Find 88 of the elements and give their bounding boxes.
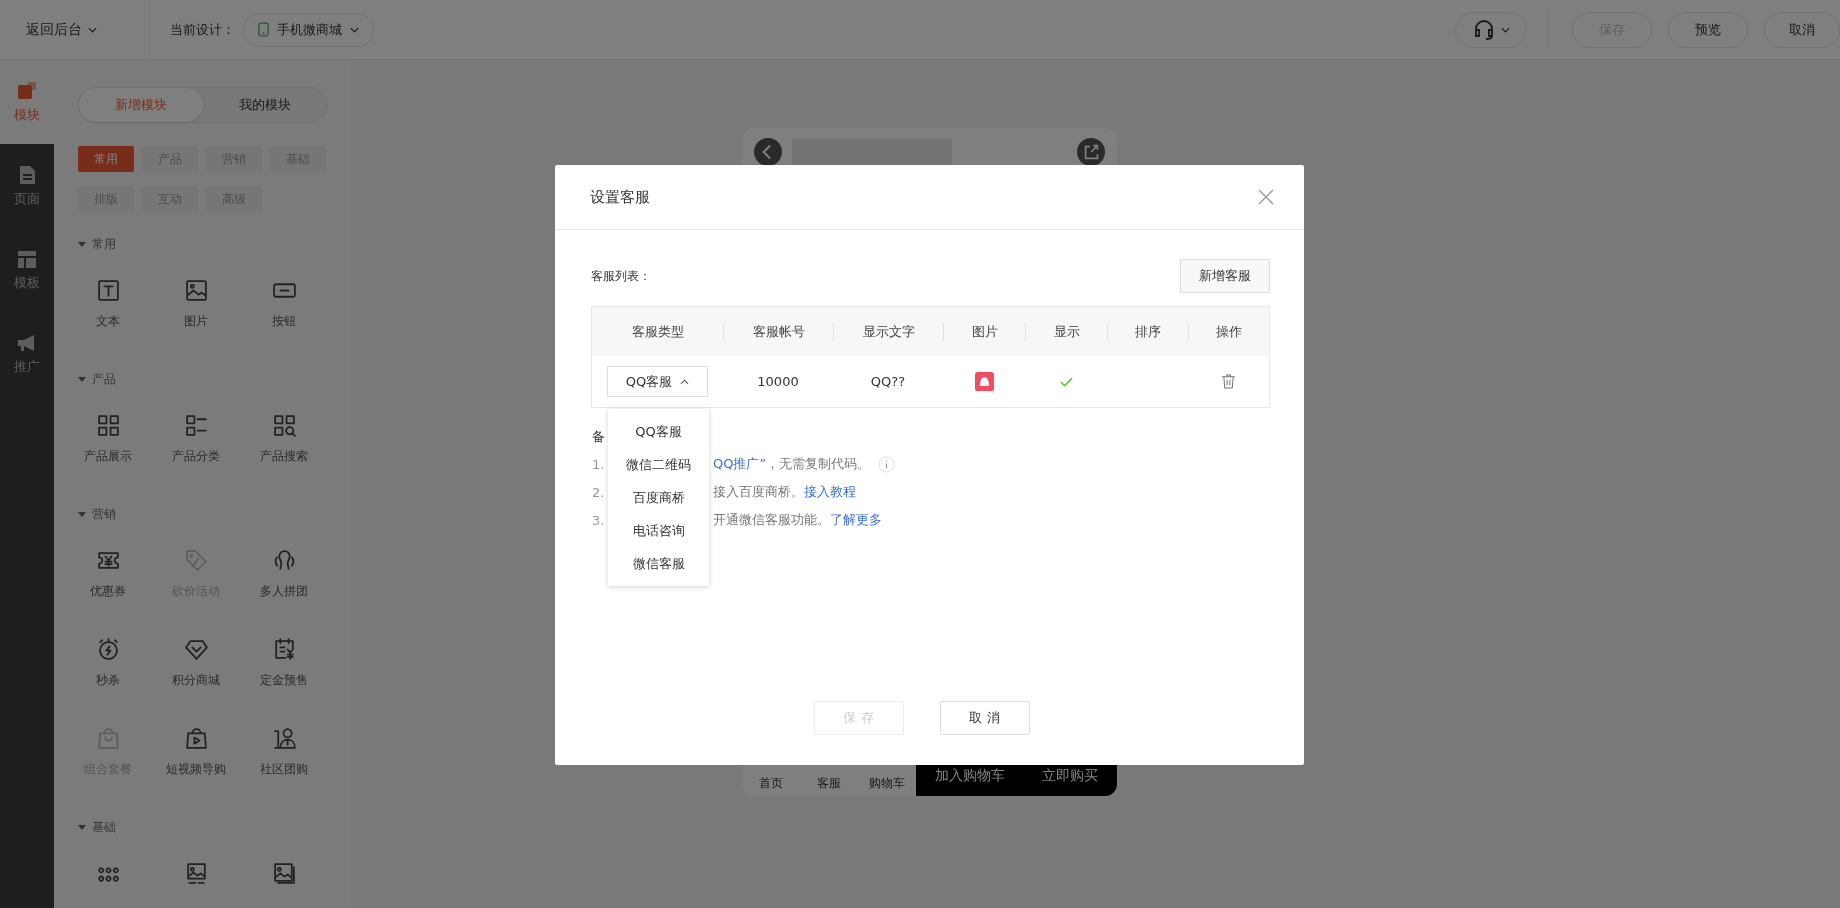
- column-header: 排序: [1107, 322, 1188, 341]
- toolbar-button[interactable]: 取消: [1764, 11, 1840, 48]
- image-stack-icon: [271, 861, 297, 886]
- column-header: 图片: [943, 322, 1025, 341]
- person-icon: [271, 726, 297, 751]
- close-icon[interactable]: [1258, 189, 1274, 205]
- list-icon: [183, 413, 209, 438]
- table-cell: QQ??: [870, 374, 906, 389]
- module-item[interactable]: 优惠券: [64, 536, 152, 625]
- column-header: 操作: [1188, 322, 1269, 341]
- note-text: 开通微信客服功能。: [713, 511, 830, 529]
- diamond-icon: [183, 637, 209, 662]
- dropdown-option[interactable]: 电话咨询: [608, 514, 709, 547]
- back-menu[interactable]: 返回后台: [20, 14, 103, 45]
- caret-icon: [88, 26, 97, 33]
- add-service-button[interactable]: 新增客服: [1180, 259, 1270, 293]
- preview-tab[interactable]: 客服: [800, 775, 858, 796]
- support-menu[interactable]: [1455, 11, 1527, 48]
- module-item[interactable]: 图片: [152, 266, 240, 355]
- caret-icon: [350, 26, 359, 33]
- trash-icon[interactable]: [1221, 374, 1236, 389]
- module-tab[interactable]: 我的模块: [203, 88, 327, 122]
- module-item[interactable]: 多人拼团: [240, 536, 328, 625]
- dropdown-option[interactable]: 百度商桥: [608, 481, 709, 514]
- preview-tab[interactable]: 购物车: [858, 775, 916, 796]
- note-text: ，无需复制代码。: [766, 455, 871, 473]
- grid-search-icon: [271, 413, 297, 438]
- help-link[interactable]: QQ推广”: [713, 455, 767, 473]
- category-tab[interactable]: 常用: [78, 146, 134, 172]
- module-item[interactable]: 短视频导购: [152, 714, 240, 803]
- module-item[interactable]: 产品展示: [64, 401, 152, 490]
- triangle-icon: [78, 376, 86, 382]
- note-text: 接入百度商桥。: [713, 483, 804, 501]
- dialog-button[interactable]: 取 消: [939, 701, 1030, 735]
- column-header: 显示: [1025, 322, 1107, 341]
- column-header: 客服类型: [630, 322, 685, 341]
- module-item[interactable]: 定金预售: [240, 625, 328, 714]
- module-item[interactable]: 产品分类: [152, 401, 240, 490]
- column-header: 客服帐号: [723, 322, 833, 341]
- action-button[interactable]: 加入购物车: [934, 767, 1005, 785]
- action-button[interactable]: 立即购买: [1042, 767, 1099, 785]
- section-header[interactable]: 基础: [78, 817, 350, 837]
- bag-icon: [95, 726, 121, 751]
- section-header[interactable]: 营销: [78, 504, 350, 524]
- check-icon[interactable]: [1059, 376, 1073, 387]
- module-item[interactable]: 产品搜索: [240, 401, 328, 490]
- tag-icon: [183, 548, 209, 573]
- rail-tab[interactable]: 模块: [0, 60, 54, 144]
- module-item[interactable]: 社区团购: [240, 714, 328, 803]
- list-label: 客服列表：: [591, 267, 651, 285]
- back-icon[interactable]: [754, 138, 782, 166]
- dialog-title: 设置客服: [590, 187, 651, 207]
- help-link[interactable]: 接入教程: [804, 483, 856, 501]
- help-link[interactable]: 了解更多: [830, 511, 882, 529]
- caret-icon: [680, 378, 690, 385]
- current-design-label: 当前设计：: [149, 0, 235, 60]
- column-header: 显示文字: [833, 322, 943, 341]
- triangle-icon: [78, 824, 86, 830]
- share-icon[interactable]: [1077, 138, 1105, 166]
- note-number: 1.: [591, 456, 605, 472]
- layout-icon: [16, 248, 38, 270]
- module-item[interactable]: 文本: [64, 266, 152, 355]
- preview-tab[interactable]: 首页: [742, 775, 800, 796]
- table-cell: 10000: [757, 374, 799, 389]
- caret-icon: [1500, 26, 1510, 33]
- note-number: 3.: [591, 512, 605, 528]
- module-tab[interactable]: 新增模块: [79, 88, 203, 122]
- dropdown-option[interactable]: 微信二维码: [608, 448, 709, 481]
- text-icon: [95, 278, 121, 303]
- module-item[interactable]: 积分商城: [152, 625, 240, 714]
- design-selector[interactable]: 手机微商城: [243, 12, 374, 47]
- note-number: 2.: [591, 484, 605, 500]
- video-bag-icon: [183, 726, 209, 751]
- dropdown-option[interactable]: QQ客服: [608, 415, 709, 448]
- toolbar-button[interactable]: 预览: [1668, 11, 1748, 48]
- module-item[interactable]: 按钮: [240, 266, 328, 355]
- notes-heading: 备: [592, 428, 605, 446]
- bell-icon: [974, 372, 994, 391]
- grid-icon: [95, 413, 121, 438]
- section-header[interactable]: 产品: [78, 369, 350, 389]
- dropdown-option[interactable]: 微信客服: [608, 547, 709, 580]
- triangle-icon: [78, 241, 86, 247]
- headset-icon: [1472, 18, 1495, 41]
- module-item[interactable]: 秒杀: [64, 625, 152, 714]
- phone-icon: [258, 22, 269, 37]
- section-header[interactable]: 常用: [78, 234, 350, 254]
- image-icon: [183, 278, 209, 303]
- triangle-icon: [78, 511, 86, 517]
